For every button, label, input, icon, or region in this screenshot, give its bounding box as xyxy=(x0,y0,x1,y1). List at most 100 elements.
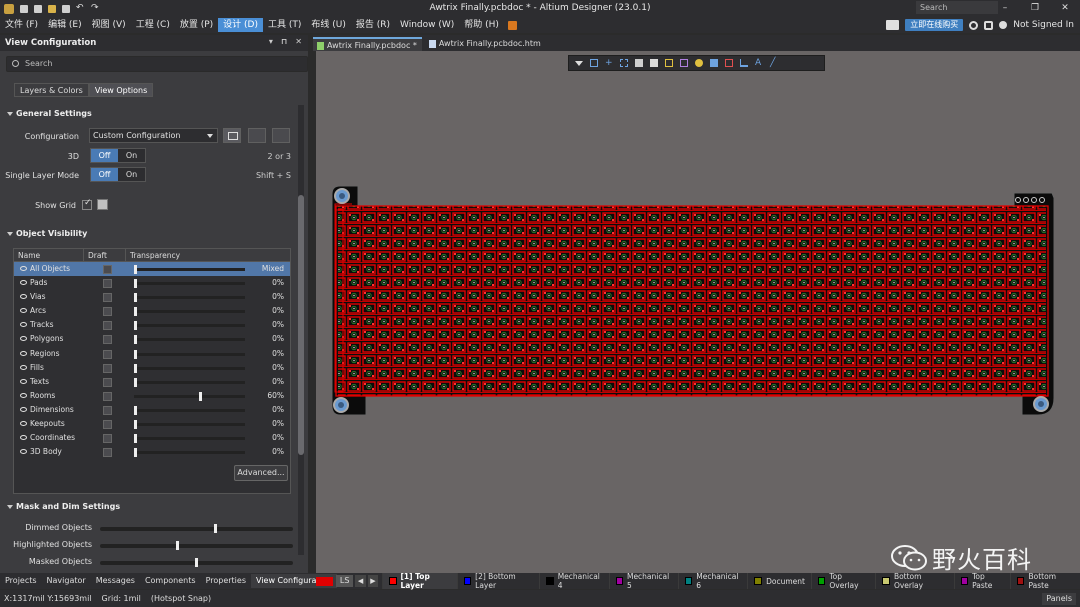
slider-thumb[interactable] xyxy=(214,524,217,533)
account-menu[interactable]: Not Signed In xyxy=(1013,20,1074,30)
col-transparency[interactable]: Transparency xyxy=(126,249,290,261)
draft-checkbox[interactable] xyxy=(103,391,112,401)
slider-thumb[interactable] xyxy=(134,405,137,415)
three-d-toggle[interactable]: Off On xyxy=(90,148,146,163)
interactive-route-icon[interactable] xyxy=(665,59,673,67)
grid-color-swatch[interactable] xyxy=(97,199,108,210)
disk-icon[interactable] xyxy=(248,128,266,143)
user-icon[interactable] xyxy=(999,21,1008,29)
transparency-slider[interactable] xyxy=(134,391,245,401)
line-icon[interactable]: ╱ xyxy=(770,59,778,68)
panels-button[interactable]: Panels xyxy=(1042,593,1076,605)
draft-checkbox[interactable] xyxy=(103,307,112,317)
transparency-slider[interactable] xyxy=(134,377,245,387)
extension-icon[interactable] xyxy=(507,20,517,30)
show-grid-checkbox[interactable] xyxy=(82,198,92,210)
slider-thumb[interactable] xyxy=(134,265,137,274)
redo-icon[interactable]: ↷ xyxy=(91,4,100,13)
select-rect-icon[interactable] xyxy=(620,59,628,67)
panel-search-input[interactable]: Search xyxy=(6,56,308,72)
slider-thumb[interactable] xyxy=(134,349,137,359)
menu-place[interactable]: 放置 (P) xyxy=(175,18,218,32)
mask-dim-heading[interactable]: Mask and Dim Settings xyxy=(7,502,120,511)
col-draft[interactable]: Draft xyxy=(84,249,126,261)
panel-menu-icon[interactable]: ▾ xyxy=(269,37,273,46)
transparency-slider[interactable] xyxy=(134,279,245,289)
current-layer-color[interactable] xyxy=(316,576,333,586)
transparency-slider[interactable] xyxy=(134,335,245,345)
route-icon[interactable] xyxy=(590,59,598,67)
slider-thumb[interactable] xyxy=(198,391,202,401)
single-layer-off[interactable]: Off xyxy=(91,168,118,181)
transparency-slider[interactable] xyxy=(134,434,245,444)
transparency-slider[interactable] xyxy=(134,448,245,458)
menu-design[interactable]: 设计 (D) xyxy=(218,18,263,32)
single-layer-on[interactable]: On xyxy=(118,168,145,181)
table-row[interactable]: Polygons 0% xyxy=(14,332,290,346)
table-row[interactable]: Pads 0% xyxy=(14,276,290,290)
menu-tools[interactable]: 工具 (T) xyxy=(263,18,306,32)
slider-thumb[interactable] xyxy=(134,434,137,444)
undo-icon[interactable]: ↶ xyxy=(76,4,85,13)
eye-icon[interactable] xyxy=(20,392,27,398)
tab-pcbdoc-htm[interactable]: Awtrix Finally.pcbdoc.htm xyxy=(425,37,546,51)
configuration-select[interactable]: Custom Configuration xyxy=(89,128,218,143)
menu-edit[interactable]: 编辑 (E) xyxy=(43,18,87,32)
eye-icon[interactable] xyxy=(20,280,27,286)
transparency-slider[interactable] xyxy=(134,307,245,317)
table-row[interactable]: Coordinates 0% xyxy=(14,431,290,445)
eye-icon[interactable] xyxy=(20,364,27,370)
tab-pcbdoc[interactable]: Awtrix Finally.pcbdoc * xyxy=(313,37,422,51)
layer-tab[interactable]: Top Overlay xyxy=(810,572,876,590)
place-via-icon[interactable] xyxy=(695,59,703,67)
draft-checkbox[interactable] xyxy=(103,377,112,387)
bottom-tab[interactable]: Projects xyxy=(0,574,42,588)
global-search-input[interactable]: Search xyxy=(916,1,998,14)
three-d-on[interactable]: On xyxy=(118,149,145,162)
layer-tab[interactable]: [2] Bottom Layer xyxy=(456,572,540,590)
menu-file[interactable]: 文件 (F) xyxy=(0,18,43,32)
table-row[interactable]: Dimensions 0% xyxy=(14,403,290,417)
table-row[interactable]: Fills 0% xyxy=(14,361,290,375)
transparency-slider[interactable] xyxy=(134,321,245,331)
panel-scrollbar[interactable] xyxy=(298,105,304,555)
component-icon[interactable] xyxy=(650,59,658,67)
slider-thumb[interactable] xyxy=(195,558,198,567)
slider-thumb[interactable] xyxy=(176,541,179,550)
cross-probe-icon[interactable]: + xyxy=(605,59,613,68)
filter-icon[interactable] xyxy=(575,60,583,66)
col-name[interactable]: Name xyxy=(14,249,84,261)
dimension-icon[interactable] xyxy=(740,59,748,67)
table-row[interactable]: 3D Body 0% xyxy=(14,445,290,459)
eye-icon[interactable] xyxy=(20,378,27,384)
menu-route[interactable]: 布线 (U) xyxy=(306,18,350,32)
advanced-button[interactable]: Advanced... xyxy=(234,465,288,481)
general-settings-heading[interactable]: General Settings xyxy=(7,109,92,118)
chat-icon[interactable] xyxy=(886,20,900,30)
draft-checkbox[interactable] xyxy=(103,363,112,373)
save-icon[interactable] xyxy=(20,4,28,13)
layer-next-icon[interactable]: ▶ xyxy=(367,575,379,587)
panel-pin-icon[interactable]: ⊓ xyxy=(281,37,287,46)
bottom-tab[interactable]: Messages xyxy=(91,574,140,588)
save-all-icon[interactable] xyxy=(34,4,42,13)
draft-checkbox[interactable] xyxy=(103,349,112,359)
layer-tab[interactable]: Bottom Overlay xyxy=(875,572,953,590)
transparency-slider[interactable] xyxy=(134,363,245,373)
eye-icon[interactable] xyxy=(20,336,27,342)
slider-thumb[interactable] xyxy=(134,307,137,317)
open-folder-icon[interactable] xyxy=(48,4,56,13)
menu-project[interactable]: 工程 (C) xyxy=(131,18,175,32)
layer-tab[interactable]: Mechanical 4 xyxy=(539,572,608,590)
table-row[interactable]: Vias 0% xyxy=(14,290,290,304)
tab-view-options[interactable]: View Options xyxy=(88,83,154,97)
save-configuration-button[interactable] xyxy=(223,128,241,143)
slider-thumb[interactable] xyxy=(134,448,137,458)
layer-tab[interactable]: Document xyxy=(747,573,811,589)
draft-checkbox[interactable] xyxy=(103,321,112,331)
transparency-slider[interactable] xyxy=(134,293,245,303)
table-row[interactable]: Rooms 60% xyxy=(14,389,290,403)
delete-icon[interactable] xyxy=(272,128,290,143)
draft-checkbox[interactable] xyxy=(103,448,112,458)
transparency-slider[interactable] xyxy=(134,265,245,274)
